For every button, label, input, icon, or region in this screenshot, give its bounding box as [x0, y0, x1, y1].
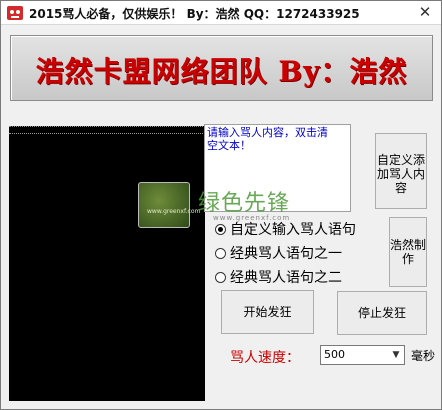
- mode-radio-custom[interactable]: 自定义输入骂人语句: [215, 219, 356, 239]
- mode-label-classic-1: 经典骂人语句之一: [230, 246, 342, 262]
- title-bar: 2015骂人必备，仅供娱乐！ By：浩然 QQ：1272433925 ✕: [1, 1, 441, 25]
- chevron-down-icon[interactable]: ▼: [388, 346, 404, 364]
- radio-icon[interactable]: [215, 272, 226, 283]
- preview-divider: [9, 133, 205, 134]
- radio-icon[interactable]: [215, 248, 226, 259]
- mode-label-classic-2: 经典骂人语句之二: [230, 270, 342, 286]
- message-input-text: 请输入骂人内容，双击清空文本！: [207, 126, 328, 152]
- window-title: 2015骂人必备，仅供娱乐！ By：浩然 QQ：1272433925: [29, 7, 360, 21]
- radio-selected-icon[interactable]: [215, 224, 226, 235]
- custom-add-button[interactable]: 自定义添加骂人内容: [375, 133, 427, 209]
- speed-select[interactable]: 500 ▼: [320, 345, 405, 365]
- site-logo-text: www.greenxf.com: [147, 208, 201, 215]
- mode-radio-classic-1[interactable]: 经典骂人语句之一: [215, 243, 342, 263]
- banner-title: 浩然卡盟网络团队 By：浩然: [35, 55, 408, 88]
- speed-unit: 毫秒: [411, 349, 436, 363]
- stop-button[interactable]: 停止发狂: [337, 291, 427, 335]
- mode-label-custom: 自定义输入骂人语句: [230, 222, 356, 238]
- app-icon: [7, 6, 23, 20]
- speed-label: 骂人速度：: [230, 350, 300, 366]
- banner: 浩然卡盟网络团队 By：浩然: [10, 35, 433, 101]
- mode-radio-classic-2[interactable]: 经典骂人语句之二: [215, 267, 342, 287]
- site-logo-image: [138, 182, 190, 228]
- make-button[interactable]: 浩然制作: [389, 217, 427, 287]
- preview-area: [9, 126, 205, 401]
- main-window: 2015骂人必备，仅供娱乐！ By：浩然 QQ：1272433925 ✕ 浩然卡…: [0, 0, 442, 410]
- custom-add-button-label: 自定义添加骂人内容: [376, 153, 425, 195]
- make-button-label: 浩然制作: [390, 238, 427, 266]
- start-button[interactable]: 开始发狂: [221, 290, 314, 334]
- close-icon[interactable]: ✕: [413, 3, 437, 23]
- watermark-text: 绿色先锋: [198, 191, 291, 216]
- speed-select-value: 500: [324, 348, 345, 361]
